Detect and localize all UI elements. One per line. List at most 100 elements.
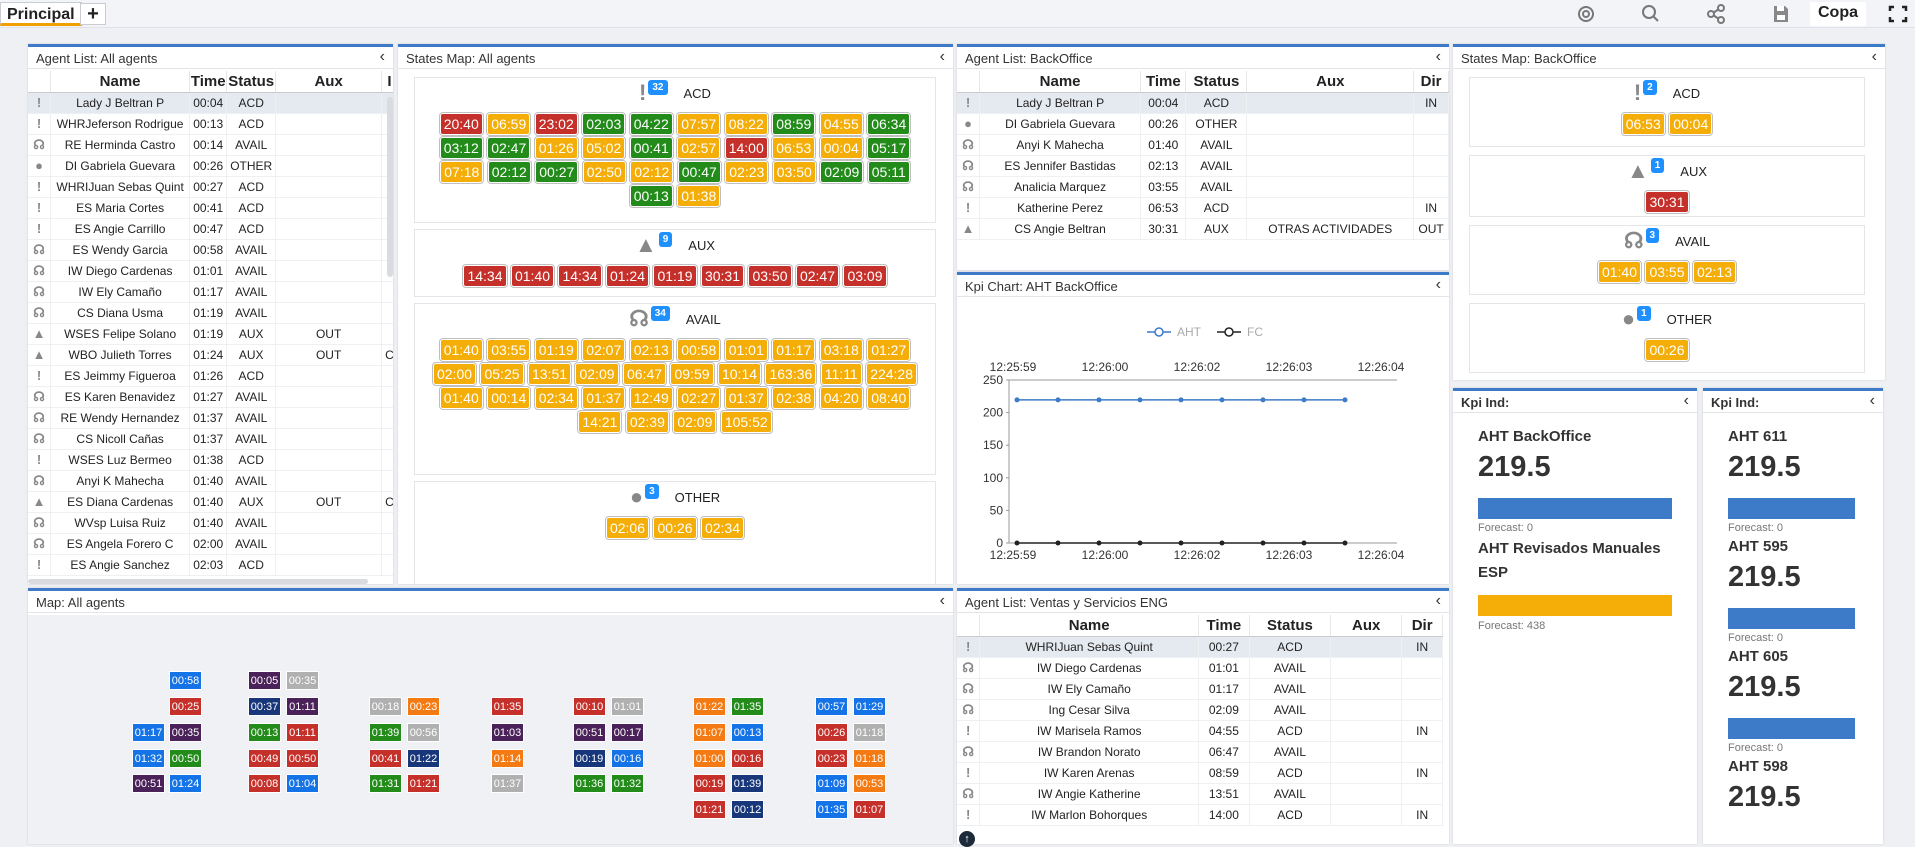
map-agent-chip[interactable]: 01:18 (853, 723, 886, 742)
agent-time-chip[interactable]: 01:24 (605, 265, 650, 287)
map-agent-chip[interactable]: 01:22 (693, 697, 726, 716)
agent-time-chip[interactable]: 20:40 (439, 113, 483, 135)
col-dir[interactable]: I (381, 71, 393, 93)
table-row[interactable]: ☊ ES Wendy Garcia 00:58 AVAIL (28, 239, 393, 261)
map-agent-chip[interactable]: 00:05 (248, 671, 281, 690)
table-row[interactable]: ☊ ES Karen Benavidez 01:27 AVAIL (28, 386, 393, 408)
table-row[interactable]: ☊ IW Angie Katherine 13:51 AVAIL (957, 783, 1443, 805)
map-agent-chip[interactable]: 01:36 (573, 774, 606, 793)
map-agent-chip[interactable]: 01:07 (693, 723, 726, 742)
table-row[interactable]: ! WSES Luz Bermeo 01:38 ACD (28, 449, 393, 471)
agent-time-chip[interactable]: 13:51 (527, 363, 572, 385)
add-tab-button[interactable]: + (80, 3, 106, 25)
agent-time-chip[interactable]: 02:12 (487, 161, 531, 183)
agent-time-chip[interactable]: 06:53 (772, 137, 816, 159)
col-status[interactable]: Status (1249, 615, 1332, 637)
col-status[interactable]: Status (226, 71, 277, 93)
table-row[interactable]: ☊ Anyi K Mahecha 01:40 AVAIL (28, 470, 393, 492)
map-agent-chip[interactable]: 01:24 (169, 774, 202, 793)
agent-time-chip[interactable]: 06:59 (487, 113, 531, 135)
collapse-icon[interactable]: ‹ (380, 48, 385, 66)
map-agent-chip[interactable]: 00:23 (815, 749, 848, 768)
map-agent-chip[interactable]: 00:51 (573, 723, 606, 742)
map-agent-chip[interactable]: 01:37 (491, 774, 524, 793)
agent-time-chip[interactable]: 11:11 (820, 363, 862, 385)
map-agent-chip[interactable]: 01:21 (407, 774, 440, 793)
agent-time-chip[interactable]: 01:40 (1597, 261, 1642, 283)
agent-time-chip[interactable]: 03:12 (439, 137, 483, 159)
map-agent-chip[interactable]: 01:03 (491, 723, 524, 742)
agent-time-chip[interactable]: 01:40 (510, 265, 555, 287)
agent-time-chip[interactable]: 02:00 (432, 363, 477, 385)
search-icon[interactable] (1637, 2, 1665, 26)
table-row[interactable]: ☊ RE Herminda Castro 00:14 AVAIL (28, 134, 393, 156)
table-row[interactable]: ! WHRIJuan Sebas Quint 00:27 ACD (28, 176, 393, 198)
agent-time-chip[interactable]: 00:13 (629, 185, 673, 207)
map-agent-chip[interactable]: 00:50 (286, 749, 319, 768)
map-agent-chip[interactable]: 01:39 (731, 774, 764, 793)
agent-time-chip[interactable]: 01:40 (439, 387, 483, 409)
map-agent-chip[interactable]: 01:07 (853, 800, 886, 819)
agent-time-chip[interactable]: 02:50 (582, 161, 626, 183)
agent-time-chip[interactable]: 14:21 (578, 411, 622, 433)
tab-principal[interactable]: Principal (0, 2, 82, 26)
map-agent-chip[interactable]: 00:13 (731, 723, 764, 742)
agent-time-chip[interactable]: 01:37 (724, 387, 768, 409)
agent-time-chip[interactable]: 01:37 (582, 387, 626, 409)
table-row[interactable]: ☊ Analicia Marquez 03:55 AVAIL (957, 176, 1449, 198)
copa-button[interactable]: Copa (1810, 2, 1866, 26)
map-agent-chip[interactable]: 00:49 (248, 749, 281, 768)
map-agent-chip[interactable]: 01:31 (369, 774, 402, 793)
agent-time-chip[interactable]: 163:36 (765, 363, 817, 385)
table-row[interactable]: ! IW Marlon Bohorques 14:00 ACD IN (957, 804, 1443, 826)
map-agent-chip[interactable]: 00:53 (853, 774, 886, 793)
agent-time-chip[interactable]: 01:40 (439, 339, 483, 361)
col-status[interactable]: Status (1185, 71, 1248, 93)
agent-time-chip[interactable]: 105:52 (720, 411, 772, 433)
agent-time-chip[interactable]: 03:50 (772, 161, 816, 183)
map-agent-chip[interactable]: 01:29 (853, 697, 886, 716)
agent-time-chip[interactable]: 02:09 (673, 411, 717, 433)
agent-time-chip[interactable]: 01:26 (534, 137, 578, 159)
agent-time-chip[interactable]: 00:26 (653, 517, 697, 539)
collapse-icon[interactable]: ‹ (1872, 48, 1877, 66)
agent-time-chip[interactable]: 14:34 (463, 265, 507, 287)
map-agent-chip[interactable]: 00:13 (248, 723, 281, 742)
map-agent-chip[interactable]: 00:58 (169, 671, 202, 690)
table-row[interactable]: ! IW Karen Arenas 08:59 ACD IN (957, 762, 1443, 784)
agent-time-chip[interactable]: 01:19 (653, 265, 697, 287)
agent-time-chip[interactable]: 12:49 (629, 387, 673, 409)
agent-time-chip[interactable]: 14:00 (724, 137, 768, 159)
table-row[interactable]: ! ES Maria Cortes 00:41 ACD (28, 197, 393, 219)
map-agent-chip[interactable]: 01:35 (815, 800, 848, 819)
agent-time-chip[interactable]: 05:17 (867, 137, 911, 159)
table-row[interactable]: ☊ IW Brandon Norato 06:47 AVAIL (957, 741, 1443, 763)
map-agent-chip[interactable]: 00:18 (369, 697, 402, 716)
map-agent-chip[interactable]: 01:00 (693, 749, 726, 768)
collapse-icon[interactable]: ‹ (1436, 48, 1441, 66)
map-agent-chip[interactable]: 01:18 (853, 749, 886, 768)
agent-time-chip[interactable]: 01:38 (677, 185, 721, 207)
agent-time-chip[interactable]: 02:09 (820, 161, 864, 183)
agent-time-chip[interactable]: 30:31 (700, 265, 745, 287)
table-row[interactable]: ! ES Angie Sanchez 02:03 ACD (28, 554, 393, 576)
agent-time-chip[interactable]: 02:13 (629, 339, 673, 361)
agent-time-chip[interactable]: 00:26 (1645, 339, 1689, 361)
col-dir[interactable]: Dir (1401, 615, 1443, 637)
table-row[interactable]: ☊ IW Diego Cardenas 01:01 AVAIL (957, 657, 1443, 679)
agent-time-chip[interactable]: 00:47 (677, 161, 721, 183)
agent-time-chip[interactable]: 02:03 (582, 113, 626, 135)
map-agent-chip[interactable]: 01:14 (491, 749, 524, 768)
map-agent-chip[interactable]: 00:56 (407, 723, 440, 742)
agent-time-chip[interactable]: 02:09 (575, 363, 619, 385)
map-agent-chip[interactable]: 00:57 (815, 697, 848, 716)
agent-time-chip[interactable]: 01:17 (772, 339, 816, 361)
table-row[interactable]: ☊ IW Ely Camaño 01:17 AVAIL (957, 678, 1443, 700)
scrollbar-horizontal[interactable] (28, 579, 368, 584)
agent-time-chip[interactable]: 04:20 (819, 387, 863, 409)
agent-time-chip[interactable]: 07:18 (440, 161, 484, 183)
agent-time-chip[interactable]: 02:23 (725, 161, 769, 183)
map-agent-chip[interactable]: 00:10 (573, 697, 606, 716)
col-dir[interactable]: Dir (1413, 71, 1449, 93)
table-row[interactable]: ! ES Jeimmy Figueroa 01:26 ACD (28, 365, 393, 387)
